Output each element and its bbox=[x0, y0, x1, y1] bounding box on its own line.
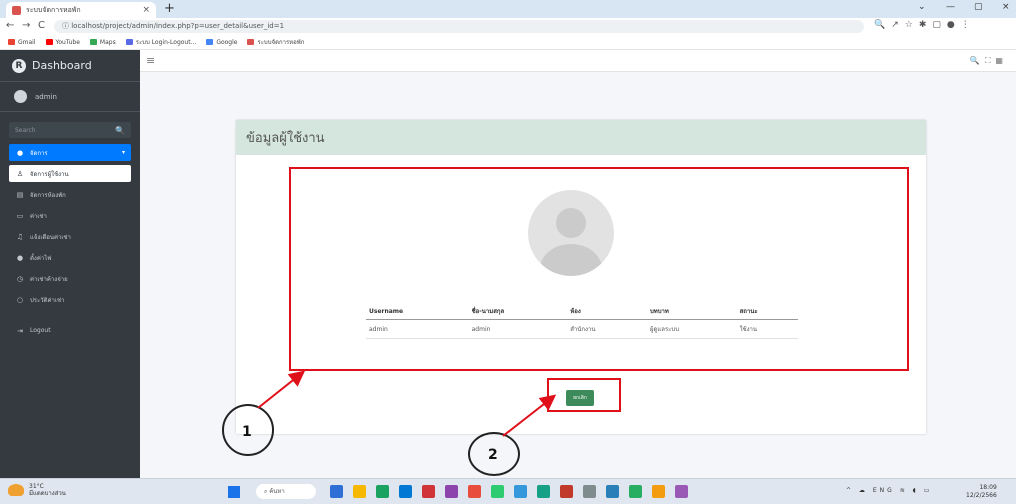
dorm-icon bbox=[247, 39, 255, 45]
annotation-box-1 bbox=[289, 167, 909, 371]
login-icon bbox=[125, 39, 133, 45]
taskbar-app-icon[interactable] bbox=[468, 485, 481, 498]
room-icon: ▤ bbox=[16, 190, 24, 199]
taskbar-app-icon[interactable] bbox=[652, 485, 665, 498]
sidebar-item-logout[interactable]: ⇥ Logout bbox=[9, 322, 131, 339]
tab-close-icon[interactable]: × bbox=[142, 5, 150, 15]
windows-start-icon[interactable] bbox=[228, 486, 240, 498]
close-window-icon[interactable]: × bbox=[1002, 2, 1010, 12]
users-icon: ♙ bbox=[16, 169, 24, 178]
tab-title: ระบบจัดการหอพัก bbox=[26, 5, 81, 14]
sidebar-item-rent[interactable]: ▭ ค่าเช่า bbox=[9, 207, 131, 224]
google-icon bbox=[206, 39, 214, 45]
taskbar-app-icon[interactable] bbox=[376, 485, 389, 498]
clock-icon: ◷ bbox=[16, 274, 24, 283]
taskbar-app-icon[interactable] bbox=[514, 485, 527, 498]
taskbar-app-icon[interactable] bbox=[629, 485, 642, 498]
bookmarks-bar: Gmail YouTube Maps ระบบ Login-Logout... … bbox=[0, 35, 1016, 50]
taskbar: 31°C มีแดดบางส่วน ⌕ ค้นหา ^ ☁ ENG ≋ ◖ ▭ … bbox=[0, 478, 1016, 504]
taskbar-app-icon[interactable] bbox=[330, 485, 343, 498]
taskbar-apps bbox=[330, 485, 688, 498]
dashboard-logo-icon: R bbox=[12, 58, 26, 73]
bookmark-login[interactable]: ระบบ Login-Logout... bbox=[125, 37, 196, 47]
taskbar-app-icon[interactable] bbox=[491, 485, 504, 498]
bookmark-maps[interactable]: Maps bbox=[89, 39, 116, 46]
back-arrow-icon[interactable]: ← bbox=[6, 20, 14, 31]
browser-window: ระบบจัดการหอพัก × + ⌄ — ▢ × ← → C ⓘ loca… bbox=[0, 0, 1016, 504]
sidebar-item-rooms[interactable]: ▤ จัดการห้องพัก bbox=[9, 186, 131, 203]
maximize-icon[interactable]: ▢ bbox=[974, 2, 983, 12]
tab-bar: ระบบจัดการหอพัก × + ⌄ — ▢ × bbox=[0, 0, 1016, 18]
reload-icon[interactable]: C bbox=[38, 20, 45, 31]
bell-icon: ♫ bbox=[16, 232, 24, 241]
bookmark-google[interactable]: Google bbox=[206, 39, 237, 46]
sidebar-item-overdue[interactable]: ◷ ค่าเช่าค้างจ่าย bbox=[9, 270, 131, 287]
taskbar-app-icon[interactable] bbox=[422, 485, 435, 498]
favicon-icon bbox=[12, 5, 21, 15]
url-input[interactable]: ⓘ localhost/project/admin/index.php?p=us… bbox=[54, 20, 864, 33]
navbar-right-icons[interactable]: 🔍⛶▦ bbox=[970, 56, 1008, 66]
brand-text: Dashboard bbox=[32, 59, 92, 72]
bookmark-gmail[interactable]: Gmail bbox=[8, 39, 36, 46]
forward-arrow-icon[interactable]: → bbox=[22, 20, 30, 31]
browser-toolbar-icons[interactable]: 🔍↗☆✱▢●⋮ bbox=[874, 20, 976, 30]
temperature: 31°C bbox=[29, 483, 44, 490]
history-icon: ○ bbox=[16, 295, 24, 304]
taskbar-app-icon[interactable] bbox=[560, 485, 573, 498]
user-name: admin bbox=[35, 92, 57, 101]
avatar bbox=[14, 90, 27, 103]
sidebar-item-manage[interactable]: ● จัดการ ▾ bbox=[9, 144, 131, 161]
gmail-icon bbox=[8, 39, 15, 45]
annotation-number-2: 2 bbox=[488, 447, 498, 463]
sidebar-item-rent-notify[interactable]: ♫ แจ้งเตือนค่าเช่า bbox=[9, 228, 131, 245]
chevron-down-icon[interactable]: ⌄ bbox=[918, 2, 926, 12]
minimize-icon[interactable]: — bbox=[946, 2, 955, 12]
sidebar-item-users[interactable]: ♙ จัดการผู้ใช้งาน bbox=[9, 165, 131, 182]
settings-icon: ● bbox=[16, 253, 24, 262]
taskbar-app-icon[interactable] bbox=[675, 485, 688, 498]
clock[interactable]: 18:09 12/2/2566 bbox=[966, 484, 997, 500]
top-navbar: ≡ 🔍⛶▦ bbox=[140, 50, 1016, 72]
chevron-down-icon: ▾ bbox=[121, 149, 125, 156]
logout-icon: ⇥ bbox=[17, 326, 23, 335]
taskbar-app-icon[interactable] bbox=[537, 485, 550, 498]
taskbar-search-input[interactable]: ⌕ ค้นหา bbox=[256, 484, 316, 499]
weather-icon bbox=[8, 484, 24, 496]
money-icon: ▭ bbox=[16, 211, 24, 220]
search-icon[interactable]: 🔍 bbox=[115, 126, 125, 135]
taskbar-app-icon[interactable] bbox=[399, 485, 412, 498]
page-title: ข้อมูลผู้ใช้งาน bbox=[246, 131, 325, 146]
info-icon: ⓘ bbox=[62, 22, 72, 30]
new-tab-button[interactable]: + bbox=[164, 1, 175, 17]
system-tray[interactable]: ^ ☁ ENG ≋ ◖ ▭ bbox=[846, 487, 932, 494]
brand-link[interactable]: R Dashboard bbox=[0, 50, 140, 82]
card-header: ข้อมูลผู้ใช้งาน bbox=[236, 120, 926, 155]
taskbar-app-icon[interactable] bbox=[583, 485, 596, 498]
taskbar-app-icon[interactable] bbox=[353, 485, 366, 498]
bookmark-youtube[interactable]: YouTube bbox=[45, 39, 80, 46]
browser-tab[interactable]: ระบบจัดการหอพัก × bbox=[6, 2, 156, 18]
user-panel[interactable]: admin bbox=[0, 82, 140, 112]
taskbar-app-icon[interactable] bbox=[445, 485, 458, 498]
dashboard-icon: ● bbox=[16, 148, 24, 157]
sidebar-item-electric-settings[interactable]: ● ตั้งค่าไฟ bbox=[9, 249, 131, 266]
annotation-number-1: 1 bbox=[242, 424, 252, 440]
youtube-icon bbox=[45, 39, 53, 45]
maps-icon bbox=[89, 39, 97, 45]
bookmark-dorm[interactable]: ระบบจัดการหอพัก bbox=[247, 37, 304, 47]
annotation-box-2 bbox=[547, 378, 621, 412]
url-text: localhost/project/admin/index.php?p=user… bbox=[71, 22, 285, 30]
hamburger-menu-icon[interactable]: ≡ bbox=[146, 54, 155, 67]
search-placeholder: Search bbox=[15, 126, 36, 134]
time-text: 18:09 bbox=[979, 484, 997, 491]
taskbar-app-icon[interactable] bbox=[606, 485, 619, 498]
address-bar-row: ← → C ⓘ localhost/project/admin/index.ph… bbox=[0, 18, 1016, 35]
date-text: 12/2/2566 bbox=[966, 492, 997, 499]
sidebar: R Dashboard admin Search 🔍 ● จัดการ ▾ ♙ … bbox=[0, 50, 140, 478]
weather-desc: มีแดดบางส่วน bbox=[29, 490, 66, 497]
sidebar-item-history[interactable]: ○ ประวัติค่าเช่า bbox=[9, 291, 131, 308]
sidebar-search-input[interactable]: Search 🔍 bbox=[9, 122, 131, 138]
weather-widget[interactable]: 31°C มีแดดบางส่วน bbox=[8, 483, 66, 497]
